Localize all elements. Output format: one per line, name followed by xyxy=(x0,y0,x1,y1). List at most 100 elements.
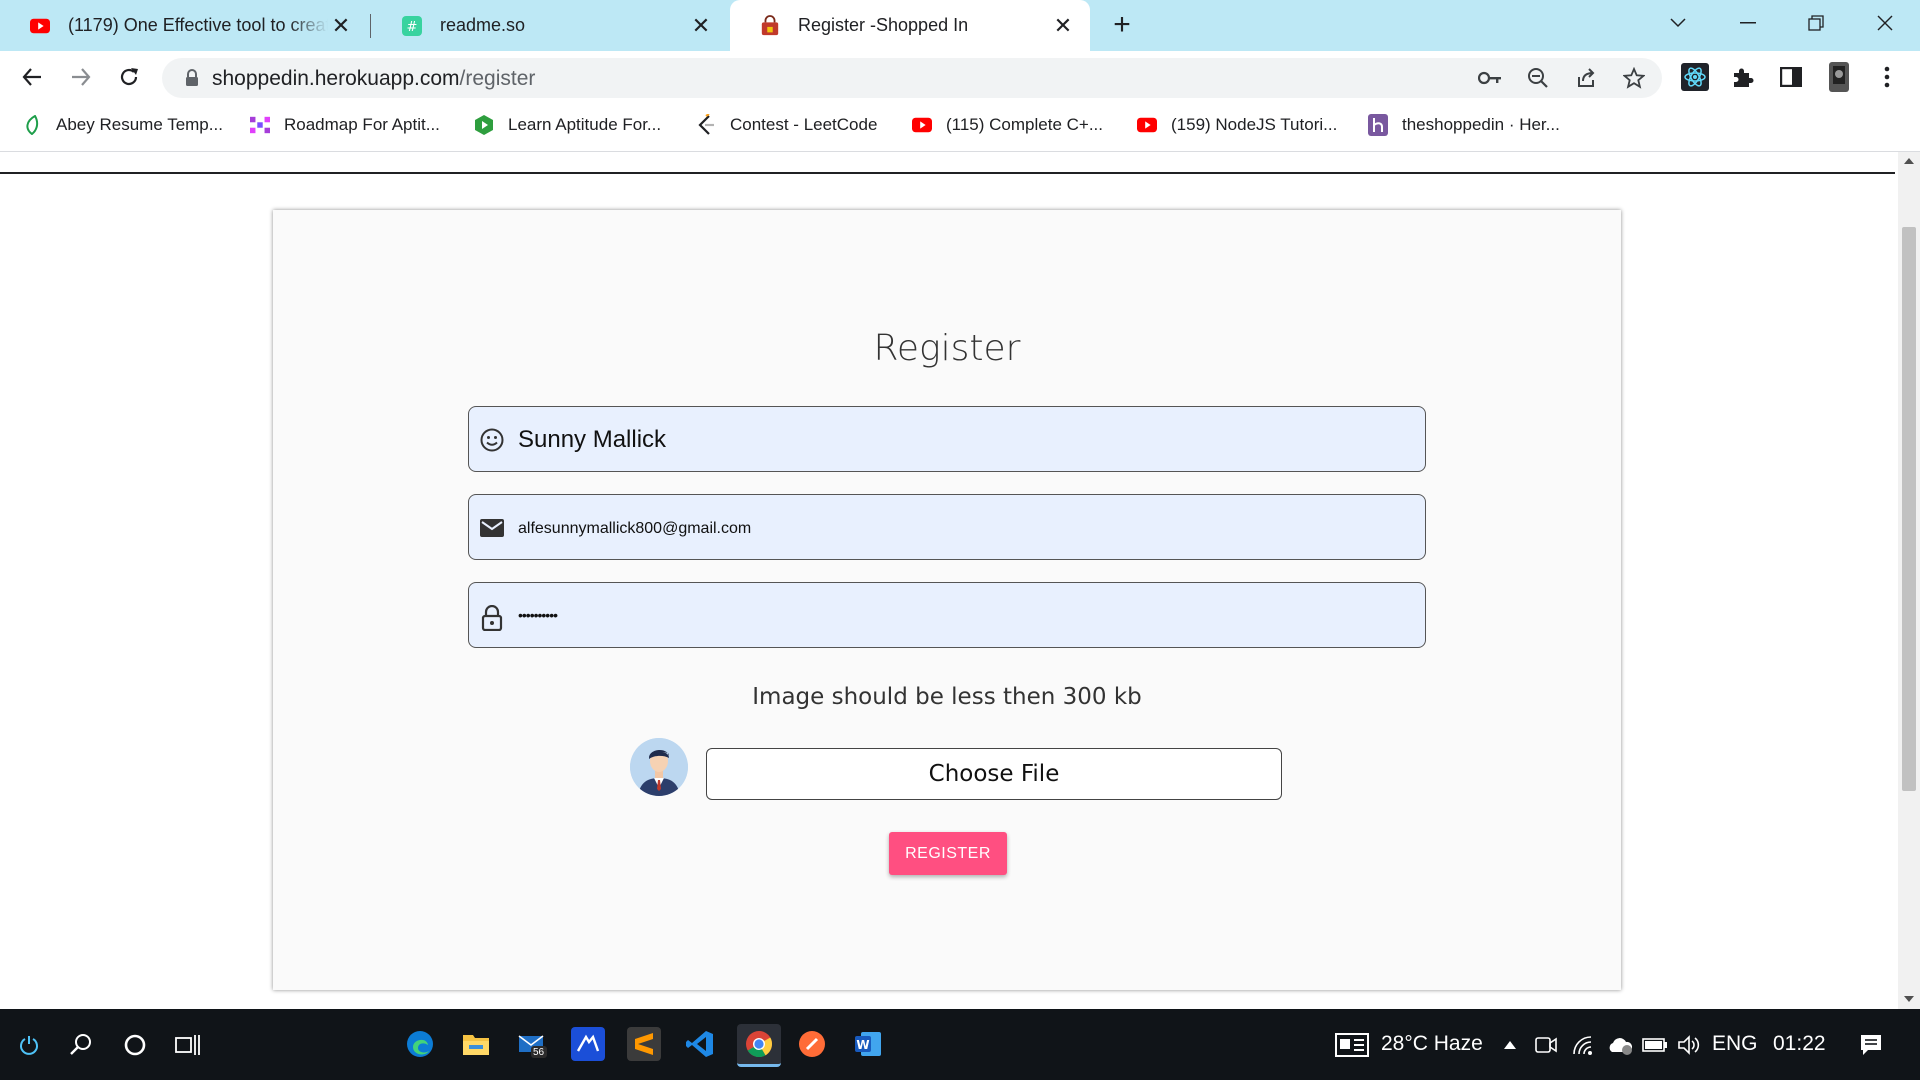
password-value[interactable]: •••••••••• xyxy=(518,607,558,623)
lock-icon[interactable] xyxy=(180,66,204,90)
name-field[interactable]: Sunny Mallick xyxy=(468,406,1426,472)
key-icon[interactable] xyxy=(1478,66,1502,90)
bookmark-label: Abey Resume Temp... xyxy=(56,115,223,134)
mail-app-icon[interactable]: 56 xyxy=(515,1027,549,1061)
bookmark-roadmap[interactable]: Roadmap For Aptit... xyxy=(250,115,440,135)
restore-icon[interactable] xyxy=(1793,8,1839,38)
url-path: /register xyxy=(459,67,536,90)
bookmark-learn-aptitude[interactable]: Learn Aptitude For... xyxy=(474,115,661,135)
meet-icon[interactable] xyxy=(1534,1009,1558,1080)
cortana-icon[interactable] xyxy=(120,1009,150,1080)
bookmark-complete-cpp[interactable]: (115) Complete C+... xyxy=(912,115,1103,135)
mail-icon xyxy=(479,515,505,541)
menu-kebab-icon[interactable] xyxy=(1873,63,1901,91)
battery-icon[interactable] xyxy=(1641,1009,1669,1080)
header-divider xyxy=(0,172,1895,174)
close-window-icon[interactable] xyxy=(1862,8,1908,38)
chrome-icon[interactable] xyxy=(737,1024,781,1067)
tab-title: Register -Shopped In xyxy=(798,15,969,35)
weather-text[interactable]: 28°C Haze xyxy=(1381,1032,1483,1056)
tab-register[interactable]: Register -Shopped In ✕ xyxy=(730,0,1090,51)
password-field[interactable]: •••••••••• xyxy=(468,582,1426,648)
name-value[interactable]: Sunny Mallick xyxy=(518,426,666,454)
power-icon[interactable] xyxy=(14,1009,44,1080)
bookmark-heroku[interactable]: theshoppedin · Her... xyxy=(1368,114,1560,136)
scroll-up-icon[interactable] xyxy=(1904,158,1914,164)
notification-icon[interactable] xyxy=(1856,1009,1886,1080)
word-icon[interactable]: W xyxy=(851,1027,885,1061)
image-size-hint: Image should be less then 300 kb xyxy=(752,684,1142,710)
bookmark-nodejs[interactable]: (159) NodeJS Tutori... xyxy=(1137,115,1337,135)
bookmark-abey-resume[interactable]: Abey Resume Temp... xyxy=(22,115,223,135)
tab-strip: (1179) One Effective tool to creat ✕ # r… xyxy=(0,0,1920,51)
youtube-icon xyxy=(912,115,932,135)
tab-title: (1179) One Effective tool to creat xyxy=(68,15,328,35)
page-scrollbar[interactable] xyxy=(1898,152,1920,1009)
clock-time[interactable]: 01:22 xyxy=(1773,1032,1826,1056)
youtube-icon xyxy=(1137,115,1157,135)
register-button[interactable]: REGISTER xyxy=(889,832,1007,875)
visual-studio-ai-icon[interactable] xyxy=(571,1027,605,1061)
forward-icon[interactable] xyxy=(65,61,97,93)
svg-text:W: W xyxy=(856,1038,869,1052)
react-devtools-icon[interactable] xyxy=(1681,63,1709,91)
file-explorer-icon[interactable] xyxy=(459,1027,493,1061)
profile-avatar-icon[interactable] xyxy=(1825,62,1853,92)
svg-text:#: # xyxy=(407,20,418,35)
browser-toolbar: shoppedin.herokuapp.com/register xyxy=(0,51,1920,103)
smiley-icon xyxy=(479,427,505,453)
edge-icon[interactable] xyxy=(403,1027,437,1061)
roadmap-icon xyxy=(250,115,270,135)
minimize-icon[interactable] xyxy=(1725,8,1771,38)
scroll-down-icon[interactable] xyxy=(1904,996,1914,1002)
scroll-thumb[interactable] xyxy=(1902,227,1916,791)
tab-separator xyxy=(370,14,371,38)
padlock-icon xyxy=(479,605,505,631)
task-view-icon[interactable] xyxy=(173,1009,203,1080)
url-host: shoppedin.herokuapp.com xyxy=(212,67,460,90)
close-tab-icon[interactable]: ✕ xyxy=(688,13,714,39)
bookmark-label: (115) Complete C+... xyxy=(946,115,1104,134)
sublime-text-icon[interactable] xyxy=(627,1027,661,1061)
vscode-icon[interactable] xyxy=(683,1027,717,1061)
tab-search-icon[interactable] xyxy=(1655,8,1701,38)
news-widget-icon[interactable] xyxy=(1332,1009,1372,1080)
postman-icon[interactable] xyxy=(795,1027,829,1061)
bookmark-star-icon[interactable] xyxy=(1622,66,1646,90)
choose-file-button[interactable]: Choose File xyxy=(706,748,1282,800)
address-bar[interactable]: shoppedin.herokuapp.com/register xyxy=(162,58,1662,98)
wifi-icon[interactable] xyxy=(1572,1009,1596,1080)
shopping-bag-icon xyxy=(760,14,780,36)
windows-taskbar: 56 W 28°C Haze ENG 01:22 xyxy=(0,1009,1920,1080)
side-panel-icon[interactable] xyxy=(1777,63,1805,91)
tab-youtube[interactable]: (1179) One Effective tool to creat ✕ xyxy=(0,0,368,51)
close-tab-icon[interactable]: ✕ xyxy=(328,13,354,39)
leetcode-icon xyxy=(696,114,716,135)
reload-icon[interactable] xyxy=(113,61,145,93)
tab-readme[interactable]: # readme.so ✕ xyxy=(372,0,728,51)
email-field[interactable]: alfesunnymallick800@gmail.com xyxy=(468,494,1426,560)
bookmarks-bar: Abey Resume Temp... Roadmap For Aptit...… xyxy=(0,103,1920,152)
email-value[interactable]: alfesunnymallick800@gmail.com xyxy=(518,520,751,538)
avatar xyxy=(630,738,688,796)
zoom-icon[interactable] xyxy=(1526,66,1550,90)
tray-expand-icon[interactable] xyxy=(1500,1009,1520,1080)
bookmark-label: Contest - LeetCode xyxy=(730,115,878,134)
shield-icon xyxy=(474,115,494,135)
bookmark-label: Roadmap For Aptit... xyxy=(284,115,440,134)
volume-icon[interactable] xyxy=(1676,1009,1702,1080)
youtube-icon xyxy=(30,16,50,36)
search-icon[interactable] xyxy=(66,1009,96,1080)
onedrive-icon[interactable] xyxy=(1606,1009,1634,1080)
url-text[interactable]: shoppedin.herokuapp.com/register xyxy=(212,67,535,91)
share-icon[interactable] xyxy=(1574,66,1598,90)
language-indicator[interactable]: ENG xyxy=(1712,1032,1758,1056)
bookmark-leetcode[interactable]: Contest - LeetCode xyxy=(696,114,878,135)
back-icon[interactable] xyxy=(16,61,48,93)
mail-badge: 56 xyxy=(533,1047,545,1058)
new-tab-button[interactable]: + xyxy=(1107,10,1137,40)
page-viewport: Register Sunny Mallick alfesunnymallick8… xyxy=(0,152,1898,1009)
readme-icon: # xyxy=(402,15,422,36)
close-tab-icon[interactable]: ✕ xyxy=(1050,13,1076,39)
extensions-puzzle-icon[interactable] xyxy=(1729,63,1757,91)
